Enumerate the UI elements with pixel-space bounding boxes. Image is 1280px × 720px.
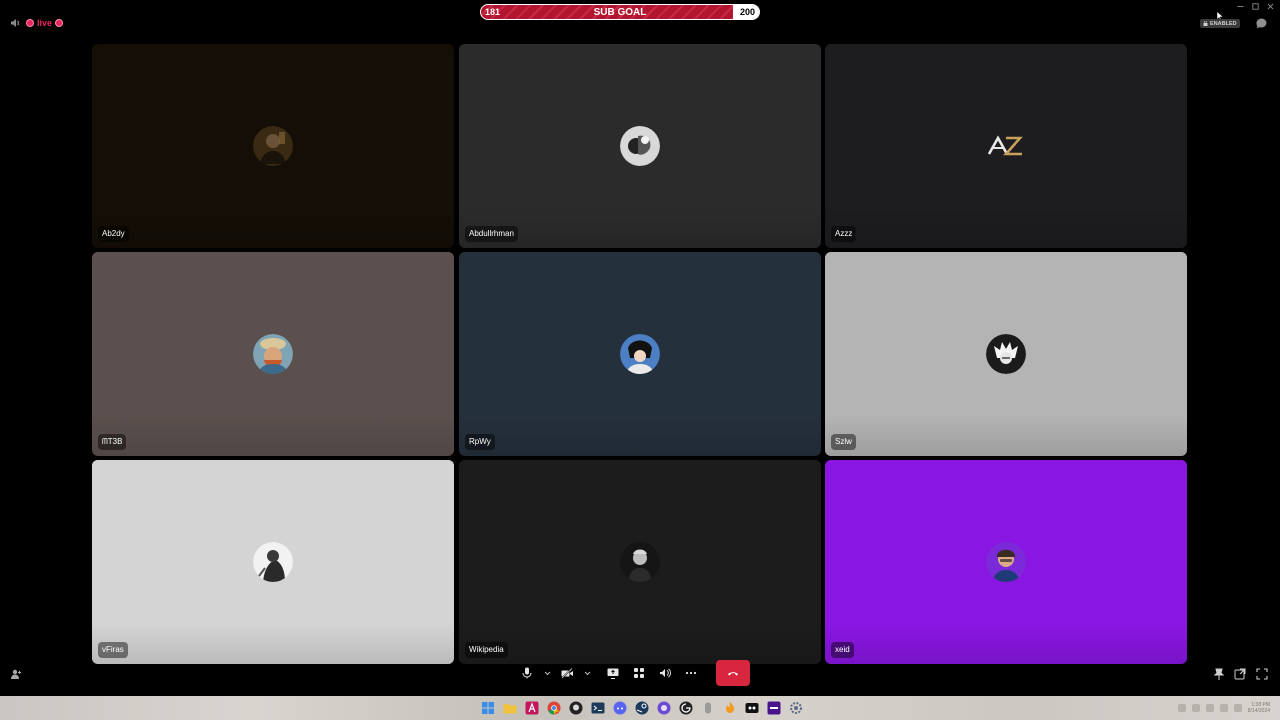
avatar	[620, 542, 660, 582]
tray-app-icon[interactable]	[1191, 704, 1200, 712]
participant-tile[interactable]: Wikipedia	[459, 460, 821, 664]
participant-tile[interactable]: Szlw	[825, 252, 1187, 456]
flame-app-icon[interactable]	[722, 700, 738, 716]
clock-date: 8/14/2024	[1247, 708, 1270, 714]
volume-icon[interactable]	[1233, 704, 1242, 712]
steam-icon[interactable]	[634, 700, 650, 716]
camera-off-icon	[560, 667, 573, 679]
participant-name: Ab2dy	[98, 226, 129, 242]
avatar	[253, 126, 293, 166]
system-clock[interactable]: 1:38 PM 8/14/2024	[1248, 702, 1270, 714]
close-icon[interactable]	[1267, 2, 1274, 12]
tray-app-icon[interactable]	[1205, 704, 1214, 712]
avatar	[253, 334, 293, 374]
file-explorer-icon[interactable]	[502, 700, 518, 716]
soundboard-button[interactable]	[654, 662, 676, 684]
activities-button[interactable]	[628, 662, 650, 684]
fullscreen-icon[interactable]	[1256, 668, 1268, 683]
chat-icon[interactable]	[1255, 17, 1268, 30]
chrome-icon[interactable]	[546, 700, 562, 716]
chevron-down-icon	[544, 671, 550, 675]
participant-name: RpWy	[465, 434, 495, 450]
app-mask-icon[interactable]	[744, 700, 760, 716]
speaker-icon[interactable]	[10, 18, 20, 28]
start-icon[interactable]	[480, 700, 496, 716]
activities-icon	[634, 668, 644, 678]
call-controls	[516, 660, 750, 686]
live-dot-icon	[55, 19, 64, 27]
enabled-badge[interactable]: ENABLED	[1200, 19, 1240, 28]
taskbar-apps	[480, 700, 804, 716]
participant-tile[interactable]: RpWy	[459, 252, 821, 456]
minimize-icon[interactable]	[1237, 2, 1244, 12]
chevron-down-icon	[584, 671, 590, 675]
enabled-badge-label: ENABLED	[1210, 20, 1237, 27]
live-dot-icon	[26, 19, 34, 27]
tray-chevron-icon[interactable]	[1177, 704, 1186, 712]
participant-name: vFiras	[98, 642, 128, 658]
microphone-button[interactable]	[516, 662, 538, 684]
window-controls	[1237, 2, 1274, 12]
view-controls	[1213, 668, 1268, 683]
os-taskbar: 1:38 PM 8/14/2024	[0, 696, 1280, 720]
invite-people-icon[interactable]	[10, 668, 22, 680]
system-tray: 1:38 PM 8/14/2024	[1177, 702, 1270, 714]
participant-name: ᗰT3B	[98, 434, 127, 450]
avatar	[620, 126, 660, 166]
camera-options-button[interactable]	[582, 662, 592, 684]
participant-name: Azzz	[831, 226, 857, 242]
avatar	[986, 334, 1026, 374]
top-bar: live 181 SUB GOAL 200 ENABLED	[0, 0, 1280, 44]
maximize-icon[interactable]	[1252, 2, 1259, 12]
more-dots-icon	[685, 671, 697, 675]
lock-icon	[1203, 21, 1208, 26]
participant-name: Abdullrhman	[465, 226, 518, 242]
app-circle-icon[interactable]	[678, 700, 694, 716]
hang-up-icon	[728, 672, 738, 676]
participant-tile[interactable]: Azzz	[825, 44, 1187, 248]
soundboard-icon	[660, 668, 671, 678]
pop-out-icon[interactable]	[1234, 668, 1246, 683]
microphone-icon	[522, 667, 532, 679]
screen-share-icon	[607, 668, 619, 679]
participant-tile[interactable]: xeid	[825, 460, 1187, 664]
participant-name: Wikipedia	[465, 642, 508, 658]
sub-goal-current: 181	[485, 7, 501, 17]
participant-tile-speaking[interactable]: vFiras	[92, 460, 454, 664]
screen-share-button[interactable]	[602, 662, 624, 684]
participant-tile[interactable]: ᗰT3B	[92, 252, 454, 456]
avatar	[986, 542, 1026, 582]
avatar	[986, 126, 1026, 166]
live-label: live	[37, 18, 53, 28]
participant-tile[interactable]: Abdullrhman	[459, 44, 821, 248]
avatar	[620, 334, 660, 374]
discord-icon[interactable]	[612, 700, 628, 716]
terminal-icon[interactable]	[590, 700, 606, 716]
github-icon[interactable]	[568, 700, 584, 716]
camera-button[interactable]	[556, 662, 578, 684]
more-options-button[interactable]	[680, 662, 702, 684]
wifi-icon[interactable]	[1219, 704, 1228, 712]
settings-icon[interactable]	[788, 700, 804, 716]
disconnect-button[interactable]	[716, 660, 750, 686]
participant-name: Szlw	[831, 434, 856, 450]
pin-icon[interactable]	[1213, 668, 1225, 683]
participant-name: xeid	[831, 642, 854, 658]
app-purple-icon[interactable]	[656, 700, 672, 716]
participant-tile[interactable]: Ab2dy	[92, 44, 454, 248]
avatar	[253, 542, 293, 582]
sub-goal-bar: 181 SUB GOAL 200	[480, 4, 760, 20]
mouse-app-icon[interactable]	[700, 700, 716, 716]
sub-goal-target: 200	[739, 7, 755, 17]
app-next-icon[interactable]	[766, 700, 782, 716]
live-pill: live	[26, 16, 64, 30]
microphone-options-button[interactable]	[542, 662, 552, 684]
sub-goal-title: SUB GOAL	[593, 6, 647, 18]
live-indicator: live	[10, 16, 64, 30]
app-a-icon[interactable]	[524, 700, 540, 716]
